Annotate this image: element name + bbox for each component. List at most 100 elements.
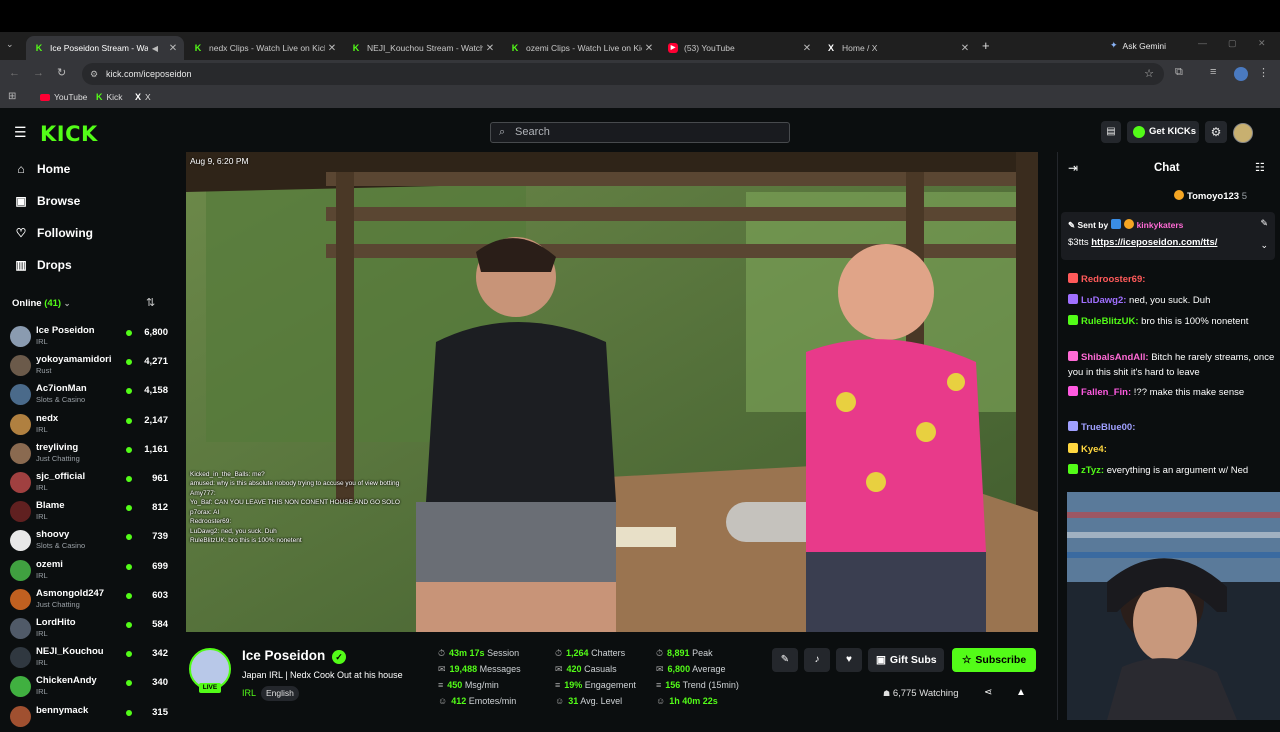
bookmark-youtube[interactable]: YouTube: [40, 92, 87, 102]
nav-home[interactable]: ⌂ Home: [14, 162, 70, 176]
pinned-user: kinkykaters: [1136, 220, 1184, 230]
apps-grid-icon[interactable]: ⊞: [8, 91, 16, 102]
chat-message[interactable]: ShibalsAndAll: Bitch he rarely streams, …: [1068, 350, 1278, 380]
close-tab-icon[interactable]: ✕: [166, 43, 180, 54]
maximize-icon[interactable]: ▢: [1228, 38, 1237, 49]
tab-neji-kouchou[interactable]: K NEJI_Kouchou Stream - Watch ✕: [343, 36, 501, 60]
channel-item[interactable]: Asmongold247 Just Chatting 603: [10, 587, 170, 615]
close-tab-icon[interactable]: ✕: [958, 43, 972, 54]
pinned-message[interactable]: ✎ Sent by kinkykaters $3tts https://icep…: [1061, 212, 1275, 260]
address-bar[interactable]: ⚙ kick.com/iceposeidon ☆: [82, 63, 1164, 85]
chat-message[interactable]: RuleBlitzUK: bro this is 100% nonetent: [1068, 314, 1278, 329]
nav-drops[interactable]: ▥ Drops: [14, 258, 71, 272]
unpin-icon[interactable]: ✎: [1260, 218, 1268, 229]
tab-ice-poseidon[interactable]: K Ice Poseidon Stream - Watc ◀ ✕: [26, 36, 184, 60]
language-tag[interactable]: English: [261, 686, 299, 701]
extensions-icon[interactable]: ⧉: [1175, 66, 1183, 79]
collapse-chat-icon[interactable]: ⇥: [1068, 161, 1078, 175]
tab-ozemi[interactable]: K ozemi Clips - Watch Live on Kic ✕: [502, 36, 660, 60]
stat-item: ≡ 19% Engagement: [555, 680, 636, 690]
nav-following[interactable]: ♡ Following: [14, 226, 93, 240]
report-icon[interactable]: ▲: [1016, 687, 1026, 698]
tab-search-chevron-icon[interactable]: ⌄: [6, 39, 14, 50]
chat-username[interactable]: TrueBlue00:: [1081, 422, 1135, 433]
chat-message[interactable]: Kye4:: [1068, 442, 1278, 457]
settings-gear-icon[interactable]: ⚙: [1205, 121, 1227, 143]
get-kicks-button[interactable]: Get KICKs: [1127, 121, 1199, 143]
back-icon[interactable]: ←: [9, 67, 20, 79]
channel-item[interactable]: yokoyamamidori Rust 4,271: [10, 353, 170, 381]
chat-message[interactable]: TrueBlue00:: [1068, 420, 1278, 435]
hamburger-menu-icon[interactable]: ☰: [14, 124, 27, 141]
close-tab-icon[interactable]: ✕: [483, 43, 497, 54]
pinned-link[interactable]: https://iceposeidon.com/tts/: [1091, 237, 1217, 248]
channel-item[interactable]: ChickenAndy IRL 340: [10, 674, 170, 702]
menu-kebab-icon[interactable]: ⋮: [1258, 66, 1269, 79]
gift-subs-button[interactable]: ▣ Gift Subs: [868, 648, 944, 672]
channel-item[interactable]: ozemi IRL 699: [10, 558, 170, 586]
top-gifter[interactable]: Tomoyo123 5: [1174, 190, 1247, 202]
close-tab-icon[interactable]: ✕: [325, 43, 339, 54]
site-info-icon[interactable]: ⚙: [90, 63, 98, 85]
channel-item[interactable]: nedx IRL 2,147: [10, 412, 170, 440]
channel-avatar: [10, 676, 31, 698]
dashboard-icon[interactable]: ▤: [1101, 121, 1121, 143]
online-header[interactable]: Online (41) ⌄: [12, 298, 70, 309]
share-icon[interactable]: ⋖: [984, 687, 992, 698]
reload-icon[interactable]: ↻: [57, 66, 66, 79]
expand-chevron-icon[interactable]: ⌄: [1260, 240, 1268, 251]
category-link[interactable]: IRL: [242, 688, 256, 698]
kicks-coin-icon: [1133, 126, 1145, 138]
chat-users-icon[interactable]: ☷: [1255, 161, 1265, 174]
chat-username[interactable]: Redrooster69:: [1081, 274, 1145, 285]
close-tab-icon[interactable]: ✕: [800, 43, 814, 54]
chat-username[interactable]: zTyz:: [1081, 465, 1104, 476]
streamer-name[interactable]: Ice Poseidon: [242, 648, 325, 663]
chat-message[interactable]: zTyz: everything is an argument w/ Ned: [1068, 463, 1278, 478]
channel-item[interactable]: bennymack 315: [10, 704, 170, 732]
follow-heart-icon[interactable]: ♥: [836, 648, 862, 672]
channel-item[interactable]: Ac7ionMan Slots & Casino 4,158: [10, 382, 170, 410]
sort-icon[interactable]: ⇅: [146, 296, 155, 309]
new-tab-icon[interactable]: +: [982, 38, 990, 53]
nav-browse[interactable]: ▣ Browse: [14, 194, 80, 208]
ask-gemini-label: Ask Gemini: [1122, 40, 1167, 51]
subscribe-button[interactable]: ☆ Subscribe: [952, 648, 1036, 672]
channel-item[interactable]: Ice Poseidon IRL 6,800: [10, 324, 170, 352]
stream-timestamp: Aug 9, 6:20 PM: [190, 156, 249, 166]
search-input[interactable]: ⌕ Search: [490, 122, 790, 143]
bookmark-x[interactable]: X X: [135, 92, 151, 102]
video-player[interactable]: Aug 9, 6:20 PM Kicked_in_the_Balls: me? a…: [186, 152, 1038, 632]
chat-username[interactable]: ShibalsAndAll:: [1081, 352, 1149, 363]
media-icon[interactable]: ≡: [1210, 66, 1216, 78]
channel-item[interactable]: Blame IRL 812: [10, 499, 170, 527]
bell-icon[interactable]: ♪: [804, 648, 830, 672]
channel-item[interactable]: shoovy Slots & Casino 739: [10, 528, 170, 556]
bookmark-kick[interactable]: K Kick: [96, 92, 123, 102]
chat-message[interactable]: Fallen_Fin: !?? make this make sense: [1068, 385, 1278, 400]
channel-item[interactable]: sjc_official IRL 961: [10, 470, 170, 498]
close-window-icon[interactable]: ✕: [1258, 38, 1266, 49]
chat-username[interactable]: RuleBlitzUK:: [1081, 316, 1139, 327]
user-avatar[interactable]: [1233, 123, 1253, 143]
channel-item[interactable]: NEJI_Kouchou IRL 342: [10, 645, 170, 673]
channel-viewers: 4,271: [144, 356, 168, 368]
forward-icon[interactable]: →: [33, 67, 44, 79]
chat-username[interactable]: Kye4:: [1081, 444, 1107, 455]
ask-gemini-button[interactable]: ✦ Ask Gemini: [1110, 40, 1166, 51]
chat-message[interactable]: LuDawg2: ned, you suck. Duh: [1068, 293, 1278, 308]
tab-nedx[interactable]: K nedx Clips - Watch Live on Kick ✕: [185, 36, 343, 60]
pin-icon[interactable]: ✎: [772, 648, 798, 672]
chat-username[interactable]: Fallen_Fin:: [1081, 387, 1131, 398]
channel-item[interactable]: treyliving Just Chatting 1,161: [10, 441, 170, 469]
chat-username[interactable]: LuDawg2:: [1081, 295, 1126, 306]
profile-avatar[interactable]: [1234, 67, 1248, 81]
close-tab-icon[interactable]: ✕: [642, 43, 656, 54]
minimize-icon[interactable]: —: [1198, 38, 1207, 48]
channel-item[interactable]: LordHito IRL 584: [10, 616, 170, 644]
kick-logo[interactable]: KICK: [40, 122, 98, 146]
tab-youtube[interactable]: ▶ (53) YouTube ✕: [660, 36, 818, 60]
chat-message[interactable]: Redrooster69:: [1068, 272, 1278, 287]
tab-x-home[interactable]: X Home / X ✕: [818, 36, 976, 60]
bookmark-star-icon[interactable]: ☆: [1144, 63, 1154, 85]
